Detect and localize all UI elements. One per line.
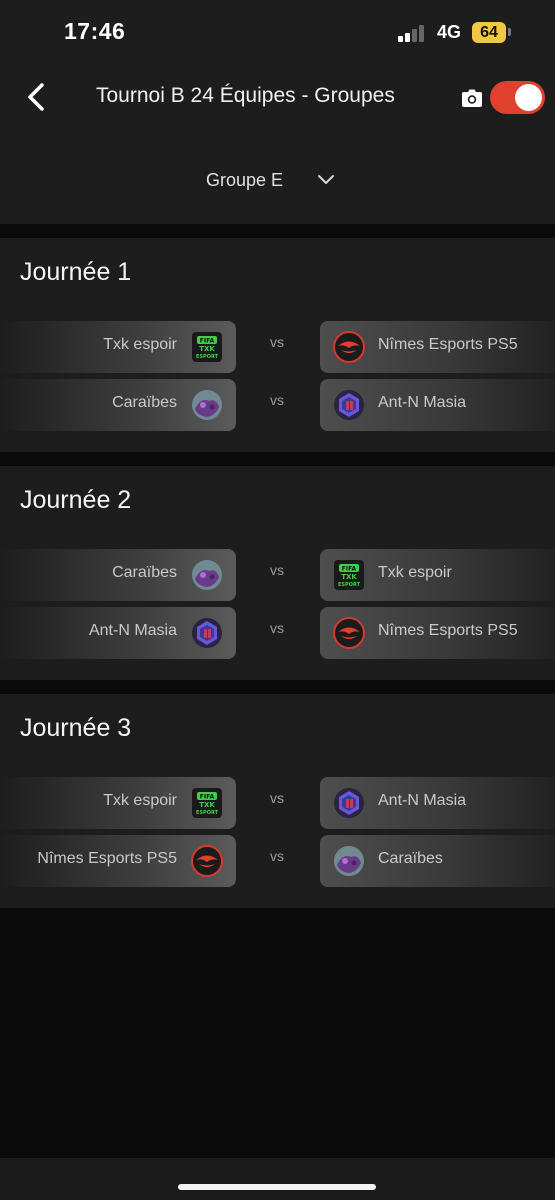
txk-logo-icon: FIFA TXK ESPORT — [191, 787, 223, 819]
network-type: 4G — [437, 22, 462, 42]
group-dropdown[interactable]: Groupe E — [206, 166, 335, 194]
match-row: Txk espoir FIFA TXK ESPORT vs Ant-N Masi… — [0, 777, 555, 829]
team-name: Nîmes Esports PS5 — [378, 336, 518, 353]
home-indicator[interactable] — [178, 1184, 376, 1190]
home-team[interactable]: Txk espoir FIFA TXK ESPORT — [0, 777, 236, 829]
vs-label: vs — [270, 790, 284, 806]
team-name: Txk espoir — [103, 336, 177, 353]
header: Tournoi B 24 Équipes - Groupes Groupe E — [0, 62, 555, 224]
camera-button[interactable] — [462, 89, 482, 107]
txk-logo-icon: FIFA TXK ESPORT — [333, 559, 365, 591]
svg-text:ESPORT: ESPORT — [338, 582, 361, 588]
team-name: Txk espoir — [378, 564, 452, 581]
day-title: Journée 3 — [20, 714, 132, 742]
caraibes-logo-icon — [191, 389, 223, 421]
svg-text:FIFA: FIFA — [200, 338, 215, 345]
day-section-2: Journée 2 Caraïbes vs FIFA TXK ESPORT Tx… — [0, 466, 555, 680]
status-time: 17:46 — [64, 18, 126, 44]
day-title: Journée 2 — [20, 486, 132, 514]
antn-logo-icon — [191, 617, 223, 649]
match-row: Caraïbes vs Ant-N Masia — [0, 379, 555, 431]
svg-text:TXK: TXK — [341, 573, 357, 581]
caraibes-logo-icon — [333, 845, 365, 877]
svg-text:ESPORT: ESPORT — [196, 810, 219, 816]
team-name: Ant-N Masia — [88, 622, 177, 639]
chevron-left-icon — [28, 83, 44, 111]
vs-label: vs — [270, 334, 284, 350]
vs-label: vs — [270, 848, 284, 864]
antn-logo-icon — [333, 787, 365, 819]
away-team[interactable]: Nîmes Esports PS5 — [320, 607, 555, 659]
vs-label: vs — [270, 562, 284, 578]
day-section-1: Journée 1 Txk espoir FIFA TXK ESPORT vs … — [0, 238, 555, 452]
home-team[interactable]: Txk espoir FIFA TXK ESPORT — [0, 321, 236, 373]
svg-text:TXK: TXK — [199, 801, 215, 809]
group-dropdown-label: Groupe E — [206, 169, 284, 190]
day-section-3: Journée 3 Txk espoir FIFA TXK ESPORT vs … — [0, 694, 555, 908]
home-area — [0, 1158, 555, 1200]
svg-text:TXK: TXK — [199, 345, 215, 353]
match-row: Caraïbes vs FIFA TXK ESPORT Txk espoir — [0, 549, 555, 601]
team-name: Caraïbes — [378, 850, 443, 867]
team-name: Ant-N Masia — [378, 394, 467, 411]
nimes-logo-icon — [333, 331, 365, 363]
home-team[interactable]: Caraïbes — [0, 549, 236, 601]
battery-icon: 64 — [472, 22, 506, 43]
team-name: Nîmes Esports PS5 — [378, 622, 518, 639]
home-team[interactable]: Ant-N Masia — [0, 607, 236, 659]
match-row: Ant-N Masia vs Nîmes Esports PS5 — [0, 607, 555, 659]
txk-logo-icon: FIFA TXK ESPORT — [191, 331, 223, 363]
day-title: Journée 1 — [20, 258, 132, 286]
away-team[interactable]: Caraïbes — [320, 835, 555, 887]
chevron-down-icon — [318, 175, 335, 184]
camera-icon — [462, 89, 482, 107]
team-name: Txk espoir — [103, 792, 177, 809]
svg-text:ESPORT: ESPORT — [196, 354, 219, 360]
toggle-knob — [515, 84, 542, 111]
away-team[interactable]: FIFA TXK ESPORT Txk espoir — [320, 549, 555, 601]
vs-label: vs — [270, 620, 284, 636]
team-name: Caraïbes — [112, 564, 177, 581]
page-title: Tournoi B 24 Équipes - Groupes — [96, 84, 395, 107]
signal-icon — [398, 24, 428, 42]
team-name: Caraïbes — [112, 394, 177, 411]
away-team[interactable]: Nîmes Esports PS5 — [320, 321, 555, 373]
team-name: Nîmes Esports PS5 — [37, 850, 177, 867]
back-button[interactable] — [22, 79, 52, 115]
svg-text:FIFA: FIFA — [200, 794, 215, 801]
away-team[interactable]: Ant-N Masia — [320, 379, 555, 431]
nimes-logo-icon — [191, 845, 223, 877]
match-row: Nîmes Esports PS5 vs Caraïbes — [0, 835, 555, 887]
toggle-switch[interactable] — [490, 81, 545, 114]
match-row: Txk espoir FIFA TXK ESPORT vs Nîmes Espo… — [0, 321, 555, 373]
away-team[interactable]: Ant-N Masia — [320, 777, 555, 829]
home-team[interactable]: Caraïbes — [0, 379, 236, 431]
home-team[interactable]: Nîmes Esports PS5 — [0, 835, 236, 887]
svg-text:FIFA: FIFA — [342, 566, 357, 573]
status-bar: 17:46 4G 64 — [0, 0, 555, 62]
vs-label: vs — [270, 392, 284, 408]
battery-tip — [508, 28, 511, 36]
nimes-logo-icon — [333, 617, 365, 649]
caraibes-logo-icon — [191, 559, 223, 591]
antn-logo-icon — [333, 389, 365, 421]
team-name: Ant-N Masia — [378, 792, 467, 809]
